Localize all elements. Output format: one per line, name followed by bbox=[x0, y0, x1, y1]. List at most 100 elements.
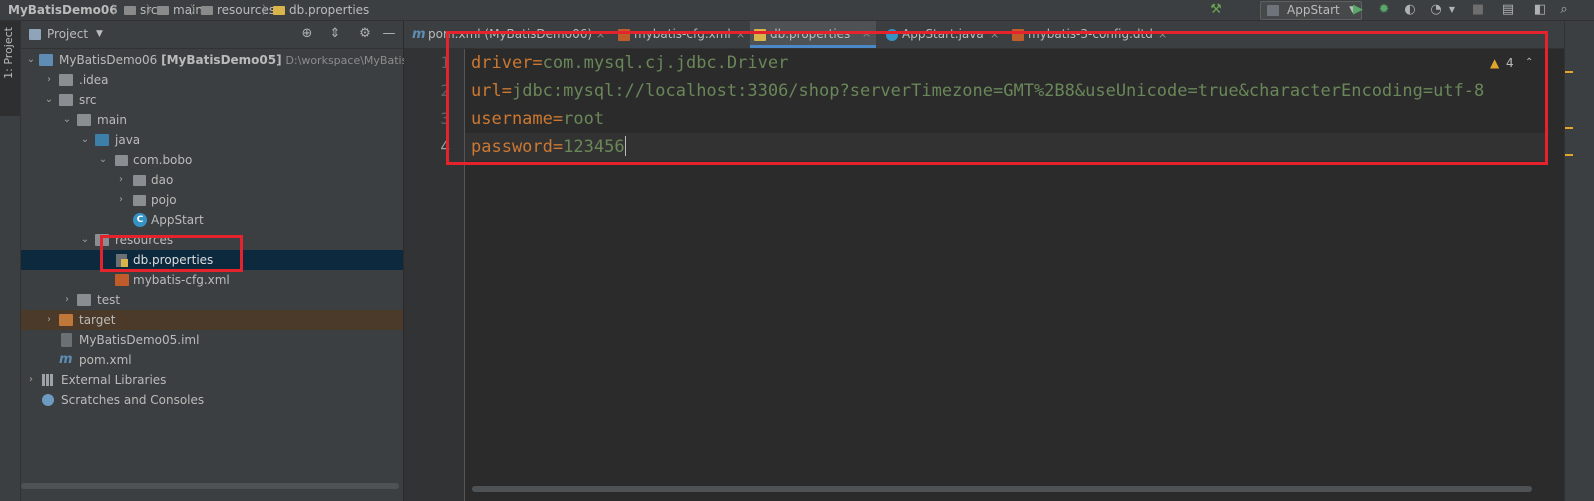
package-icon bbox=[115, 155, 128, 166]
source-folder-icon bbox=[95, 134, 109, 146]
breadcrumb-file[interactable]: db.properties bbox=[273, 1, 369, 19]
left-tool-strip: 1: Project bbox=[0, 21, 21, 501]
chevron-up-icon[interactable]: ⌃ bbox=[1525, 54, 1533, 72]
chevron-right-icon[interactable]: › bbox=[25, 370, 37, 390]
tab-db-properties[interactable]: db.properties × bbox=[750, 21, 876, 48]
code-line-current[interactable]: password=123456 bbox=[465, 133, 1546, 161]
tree-item-label: pom.xml bbox=[79, 353, 132, 367]
search-everywhere-icon[interactable]: ⌕ bbox=[1556, 2, 1572, 18]
collapse-all-icon[interactable]: ⇕ bbox=[327, 26, 343, 42]
tree-item-label: db.properties bbox=[133, 253, 214, 267]
tree-item-mybatis-cfg-xml[interactable]: mybatis-cfg.xml bbox=[21, 270, 403, 290]
code-line[interactable]: url=jdbc:mysql://localhost:3306/shop?ser… bbox=[471, 77, 1484, 105]
close-icon[interactable]: × bbox=[862, 21, 871, 47]
tree-item-label: mybatis-cfg.xml bbox=[133, 273, 230, 287]
chevron-right-icon[interactable]: › bbox=[115, 190, 127, 210]
code-line[interactable]: username=root bbox=[471, 105, 604, 133]
tab-mybatis-3-config-dtd[interactable]: mybatis-3-config.dtd × bbox=[1008, 21, 1168, 48]
hide-icon[interactable]: — bbox=[381, 26, 397, 42]
project-tool-window-tab[interactable]: 1: Project bbox=[0, 21, 20, 116]
code-editor[interactable]: driver=com.mysql.cj.jdbc.Driver url=jdbc… bbox=[465, 49, 1564, 501]
close-icon[interactable]: × bbox=[736, 21, 745, 48]
close-icon[interactable]: × bbox=[990, 21, 999, 48]
run-icon[interactable]: ▶ bbox=[1350, 2, 1366, 18]
tree-item-iml[interactable]: MyBatisDemo05.iml bbox=[21, 330, 403, 350]
chevron-down-icon[interactable]: ⌄ bbox=[61, 110, 73, 130]
tree-item-pom-xml[interactable]: m pom.xml bbox=[21, 350, 403, 370]
chevron-down-icon[interactable]: ▼ bbox=[96, 21, 103, 48]
java-class-icon: C bbox=[133, 213, 147, 227]
chevron-down-icon[interactable]: ⌄ bbox=[25, 50, 37, 70]
stop-icon[interactable]: ■ bbox=[1470, 2, 1486, 18]
tree-item-test[interactable]: › test bbox=[21, 290, 403, 310]
folder-icon bbox=[124, 6, 136, 15]
tree-item-pojo[interactable]: › pojo bbox=[21, 190, 403, 210]
line-number: 4 bbox=[440, 137, 450, 156]
tree-item-target[interactable]: › target bbox=[21, 310, 403, 330]
tree-item-scratches[interactable]: Scratches and Consoles bbox=[21, 390, 403, 410]
project-horizontal-scrollbar[interactable] bbox=[21, 482, 403, 490]
hammer-build-icon[interactable]: ⚒ bbox=[1208, 2, 1224, 18]
chevron-right-icon[interactable]: › bbox=[115, 170, 127, 190]
project-view-icon bbox=[29, 29, 41, 40]
tree-item-java[interactable]: ⌄ java bbox=[21, 130, 403, 150]
breadcrumb-project[interactable]: MyBatisDemo06 bbox=[8, 1, 118, 19]
scrollbar-thumb[interactable] bbox=[21, 483, 399, 489]
tab-appstart-java[interactable]: AppStart.java × bbox=[882, 21, 1002, 48]
editor-horizontal-scrollbar[interactable] bbox=[472, 485, 1532, 493]
warning-marker[interactable] bbox=[1565, 127, 1573, 129]
locate-file-icon[interactable]: ⊕ bbox=[299, 26, 315, 42]
inspection-widget[interactable]: ▲ 4 ⌃ bbox=[1490, 54, 1550, 72]
chevron-right-icon[interactable]: › bbox=[43, 70, 55, 90]
run-configuration-select[interactable]: AppStart ▼ bbox=[1260, 1, 1362, 20]
chevron-right-icon[interactable]: › bbox=[43, 310, 55, 330]
chevron-down-icon[interactable]: ⌄ bbox=[43, 90, 55, 110]
tree-item-dao[interactable]: › dao bbox=[21, 170, 403, 190]
package-icon bbox=[133, 175, 146, 186]
maven-pom-icon: m bbox=[412, 27, 426, 42]
chevron-down-icon[interactable]: ⌄ bbox=[97, 150, 109, 170]
tree-item-src[interactable]: ⌄ src bbox=[21, 90, 403, 110]
tree-item-com-bobo[interactable]: ⌄ com.bobo bbox=[21, 150, 403, 170]
tree-item-label: pojo bbox=[151, 193, 177, 207]
scrollbar-thumb[interactable] bbox=[472, 486, 1532, 492]
tree-item-appstart[interactable]: C AppStart bbox=[21, 210, 403, 230]
xml-file-icon bbox=[115, 274, 129, 286]
tree-item-external-libraries[interactable]: › External Libraries bbox=[21, 370, 403, 390]
chevron-down-icon[interactable]: ⌄ bbox=[79, 230, 91, 250]
tree-item-label: target bbox=[79, 313, 116, 327]
chevron-down-icon[interactable]: ⌄ bbox=[79, 130, 91, 150]
tree-item-label: main bbox=[97, 113, 127, 127]
tree-item-resources[interactable]: ⌄ resources bbox=[21, 230, 403, 250]
gear-icon[interactable]: ⚙ bbox=[357, 26, 373, 42]
layout-icon[interactable]: ◧ bbox=[1532, 2, 1548, 18]
tree-item-idea[interactable]: › .idea bbox=[21, 70, 403, 90]
chevron-down-icon[interactable]: ▼ bbox=[1444, 2, 1460, 18]
project-tool-window: Project ▼ ⊕ ⇕ ⚙ — ⌄ MyBatisDemo06 [MyBat… bbox=[21, 21, 408, 501]
debug-icon[interactable]: ✹ bbox=[1376, 2, 1392, 18]
close-icon[interactable]: × bbox=[1158, 21, 1167, 48]
properties-file-icon bbox=[115, 253, 129, 267]
profile-icon[interactable]: ◔ bbox=[1428, 2, 1444, 18]
tree-item-project-root[interactable]: ⌄ MyBatisDemo06 [MyBatisDemo05] D:\works… bbox=[21, 50, 408, 70]
tab-mybatis-cfg-xml[interactable]: mybatis-cfg.xml × bbox=[614, 21, 745, 48]
folder-icon bbox=[59, 94, 73, 106]
property-value: root bbox=[563, 109, 605, 129]
code-line[interactable]: driver=com.mysql.cj.jdbc.Driver bbox=[471, 49, 788, 77]
property-value: com.mysql.cj.jdbc.Driver bbox=[542, 53, 789, 73]
dtd-file-icon bbox=[1012, 29, 1024, 41]
close-icon[interactable]: × bbox=[596, 21, 605, 48]
warning-count: 4 bbox=[1506, 56, 1514, 70]
run-config-icon bbox=[1267, 5, 1279, 16]
tree-item-main[interactable]: ⌄ main bbox=[21, 110, 403, 130]
warning-marker[interactable] bbox=[1565, 154, 1573, 156]
tab-label: AppStart.java bbox=[902, 27, 984, 41]
tree-item-label: com.bobo bbox=[133, 153, 193, 167]
chevron-right-icon[interactable]: › bbox=[61, 290, 73, 310]
project-structure-icon[interactable]: ▤ bbox=[1500, 2, 1516, 18]
tab-pom-xml[interactable]: m pom.xml (MyBatisDemo06) × bbox=[408, 21, 608, 48]
coverage-icon[interactable]: ◐ bbox=[1402, 2, 1418, 18]
warning-marker[interactable] bbox=[1565, 71, 1573, 73]
project-view-select[interactable]: Project bbox=[47, 21, 88, 48]
tree-item-db-properties[interactable]: db.properties bbox=[21, 250, 403, 270]
